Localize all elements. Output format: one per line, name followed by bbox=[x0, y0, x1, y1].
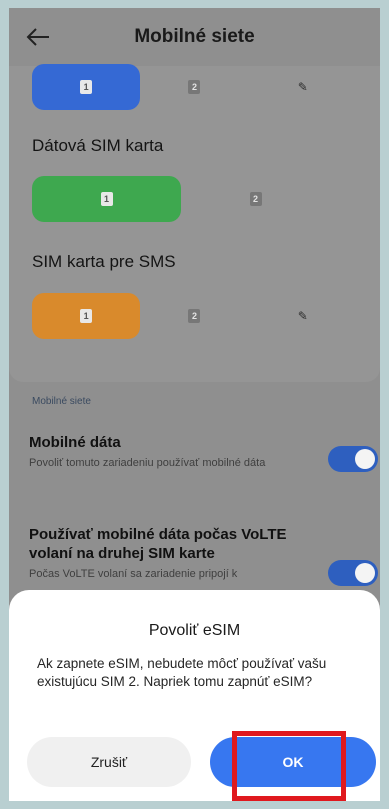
sim-1-option[interactable]: 1 bbox=[32, 64, 141, 110]
arrow-left-icon[interactable] bbox=[25, 26, 51, 48]
highlight-box bbox=[232, 731, 346, 801]
top-bar: Mobilné siete bbox=[9, 8, 380, 66]
cancel-button[interactable]: Zrušiť bbox=[27, 737, 191, 787]
sim-1-icon: 1 bbox=[80, 80, 93, 94]
setting-description: Počas VoLTE volaní sa zariadenie pripojí… bbox=[29, 568, 238, 580]
sim-2-option[interactable]: 2 bbox=[140, 64, 248, 110]
sim-1-icon: 1 bbox=[80, 309, 93, 323]
pencil-icon: ✎ bbox=[297, 309, 308, 323]
data-sim-2-option[interactable]: 2 bbox=[181, 176, 330, 222]
edit-option[interactable]: ✎ bbox=[249, 64, 357, 110]
sim-selector-row-1: 1 2 ✎ bbox=[32, 64, 357, 110]
page-title: Mobilné siete bbox=[134, 26, 255, 47]
setting-title: Používať mobilné dáta počas VoLTE volaní… bbox=[29, 526, 287, 562]
data-sim-label: Dátová SIM karta bbox=[32, 136, 164, 155]
sms-sim-2-option[interactable]: 2 bbox=[140, 293, 248, 339]
data-sim-selector: 1 2 bbox=[32, 176, 330, 222]
setting-text: Mobilné dáta Povoliť tomuto zariadeniu p… bbox=[29, 433, 319, 470]
sms-sim-label: SIM karta pre SMS bbox=[32, 252, 176, 271]
volte-data-toggle[interactable] bbox=[328, 560, 378, 586]
sim-2-icon: 2 bbox=[188, 309, 201, 323]
sms-edit-option[interactable]: ✎ bbox=[249, 293, 357, 339]
screen: Mobilné siete 1 2 ✎ Dátová SIM karta 1 2… bbox=[9, 8, 380, 801]
sms-sim-1-option[interactable]: 1 bbox=[32, 293, 141, 339]
setting-title: Mobilné dáta bbox=[29, 434, 121, 451]
dialog-message: Ak zapnete eSIM, nebudete môcť používať … bbox=[37, 656, 327, 689]
sim-2-icon: 2 bbox=[249, 192, 262, 206]
toggle-knob bbox=[355, 449, 375, 469]
pencil-icon: ✎ bbox=[297, 80, 308, 94]
toggle-knob bbox=[355, 563, 375, 583]
mobile-data-setting[interactable]: Mobilné dáta Povoliť tomuto zariadeniu p… bbox=[9, 433, 380, 493]
sim-2-icon: 2 bbox=[188, 80, 201, 94]
section-header: Mobilné siete bbox=[32, 396, 91, 407]
sms-sim-selector: 1 2 ✎ bbox=[32, 293, 357, 339]
setting-text: Používať mobilné dáta počas VoLTE volaní… bbox=[29, 525, 319, 581]
mobile-data-toggle[interactable] bbox=[328, 446, 378, 472]
setting-description: Povoliť tomuto zariadeniu používať mobil… bbox=[29, 457, 266, 469]
dialog-title: Povoliť eSIM bbox=[148, 622, 241, 639]
data-sim-1-option[interactable]: 1 bbox=[32, 176, 181, 222]
sim-1-icon: 1 bbox=[100, 192, 113, 206]
volte-data-setting[interactable]: Používať mobilné dáta počas VoLTE volaní… bbox=[9, 525, 380, 595]
